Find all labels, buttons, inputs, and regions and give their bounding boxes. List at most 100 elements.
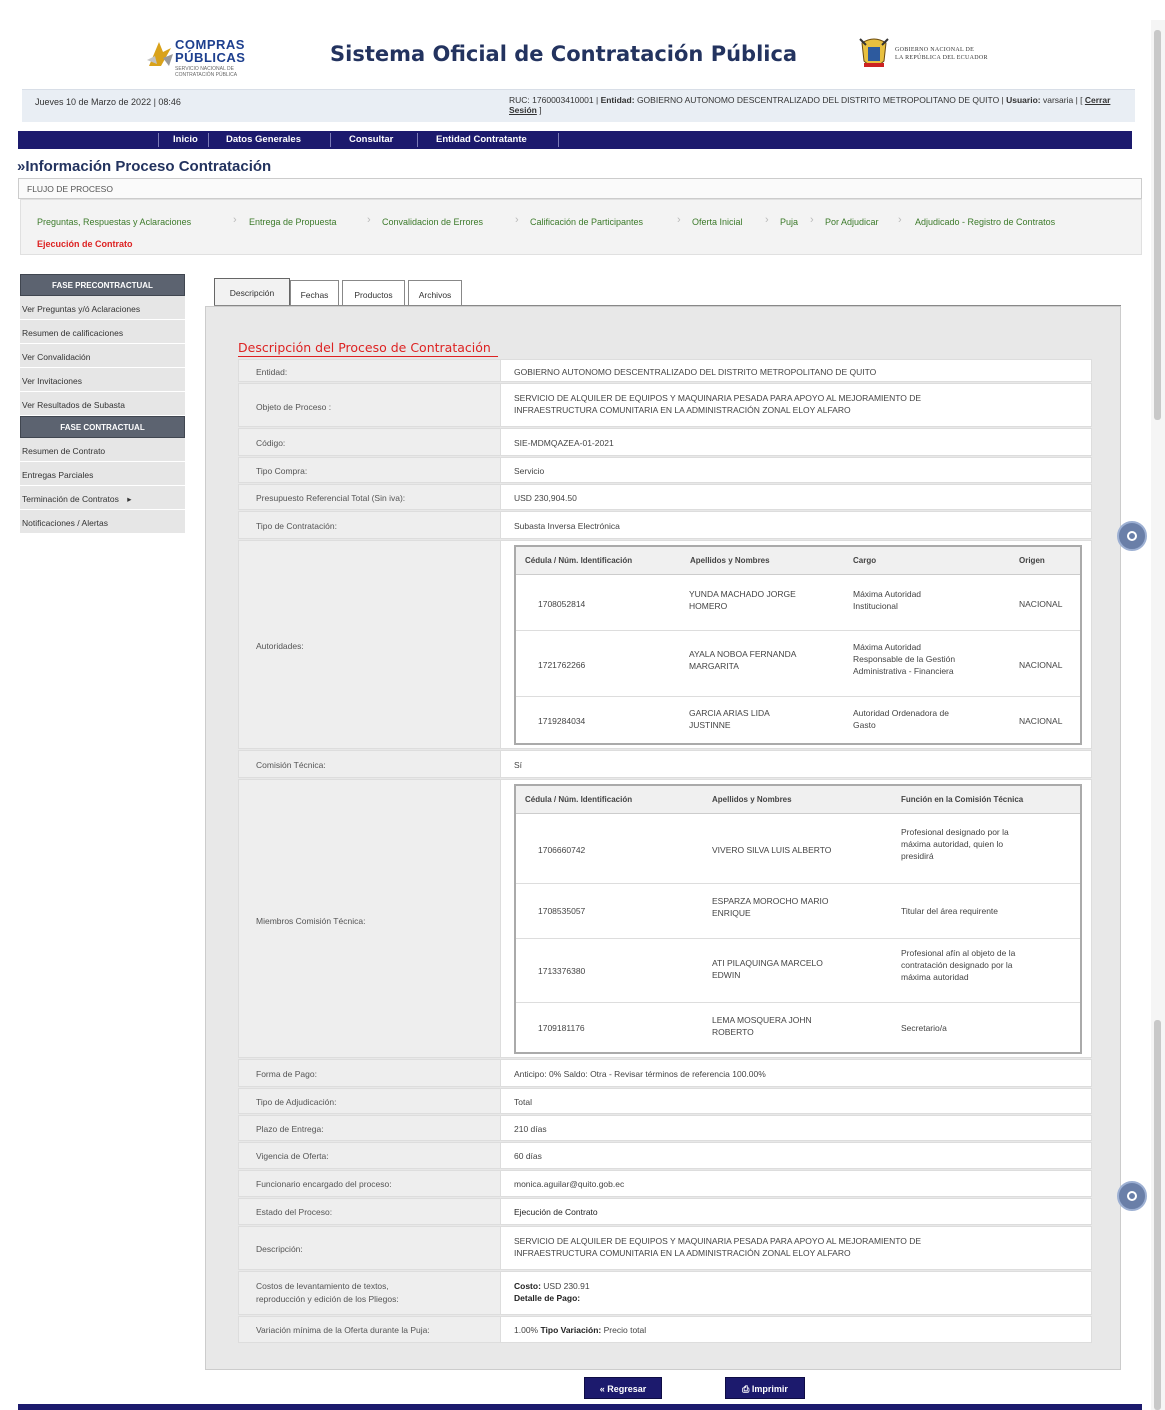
row-forma-pago: Forma de Pago: Anticipo: 0% Saldo: Otra … <box>238 1059 1092 1087</box>
cell-cargo-line-2: Responsable de la Gestión <box>853 654 956 664</box>
autoridades-table: Cédula / Núm. Identificación Apellidos y… <box>514 545 1082 745</box>
flow-step[interactable]: Entrega de Propuesta <box>249 217 337 227</box>
cell-name-line-1: ATI PILAQUINGA MARCELO <box>712 958 823 968</box>
flow-step[interactable]: Adjudicado - Registro de Contratos <box>915 217 1055 227</box>
row-label-cell: Tipo de Adjudicación: <box>239 1089 501 1113</box>
cell-name: GARCIA ARIAS LIDA JUSTINNE <box>689 707 770 731</box>
sidebar-item-invitaciones[interactable]: Ver Invitaciones <box>20 368 185 392</box>
sidebar-section-contractual: FASE CONTRACTUAL <box>20 416 185 438</box>
detalle-label: Detalle de Pago: <box>514 1293 581 1303</box>
cell-origen: NACIONAL <box>1019 660 1063 670</box>
nav-datos-generales[interactable]: Datos Generales <box>226 134 301 145</box>
cell-name: ESPARZA MOROCHO MARIO ENRIQUE <box>712 895 829 919</box>
value-objeto: SERVICIO DE ALQUILER DE EQUIPOS Y MAQUIN… <box>514 392 1084 416</box>
label-miembros: Miembros Comisión Técnica: <box>256 916 366 926</box>
flow-arrow-icon: › <box>765 214 769 226</box>
row-label-cell: Variación mínima de la Oferta durante la… <box>239 1317 501 1342</box>
sidebar: FASE PRECONTRACTUAL Ver Preguntas y/ó Ac… <box>20 274 185 534</box>
process-flow: Preguntas, Respuestas y Aclaraciones › E… <box>20 199 1142 255</box>
sidebar-item-calificaciones[interactable]: Resumen de calificaciones <box>20 320 185 344</box>
print-button[interactable]: ⎙ Imprimir <box>725 1377 805 1399</box>
flow-arrow-icon: › <box>810 214 814 226</box>
flow-step[interactable]: Oferta Inicial <box>692 217 743 227</box>
flow-step[interactable]: Puja <box>780 217 798 227</box>
flow-arrow-icon: › <box>515 214 519 226</box>
row-entidad: Entidad: GOBIERNO AUTONOMO DESCENTRALIZA… <box>238 359 1092 382</box>
label-objeto: Objeto de Proceso : <box>256 402 332 412</box>
value-tipo-compra: Servicio <box>514 466 545 476</box>
label-costos-line-1: Costos de levantamiento de textos, <box>256 1281 389 1291</box>
system-title: Sistema Oficial de Contratación Pública <box>330 42 798 66</box>
row-funcionario: Funcionario encargado del proceso: monic… <box>238 1170 1092 1197</box>
sidebar-item-resumen-contrato[interactable]: Resumen de Contrato <box>20 438 185 462</box>
tab-fechas[interactable]: Fechas <box>290 280 339 306</box>
sidebar-item-notificaciones[interactable]: Notificaciones / Alertas <box>20 510 185 534</box>
row-variacion: Variación mínima de la Oferta durante la… <box>238 1316 1092 1343</box>
floating-help-icon[interactable] <box>1117 1181 1147 1211</box>
tab-productos[interactable]: Productos <box>342 280 405 306</box>
label-autoridades: Autoridades: <box>256 641 304 651</box>
gov-line-1: GOBIERNO NACIONAL DE <box>895 47 975 53</box>
value-tipo-adjudicacion: Total <box>514 1097 532 1107</box>
cell-cargo-line-1: Máxima Autoridad <box>853 642 922 652</box>
nav-entidad-contratante[interactable]: Entidad Contratante <box>436 134 527 145</box>
cell-funcion-line-3: presidirá <box>901 851 934 861</box>
entity-info: RUC: 1760003410001 | Entidad: GOBIERNO A… <box>509 95 1111 115</box>
column-header: Cédula / Núm. Identificación <box>525 795 633 804</box>
sidebar-item-resultados-subasta[interactable]: Ver Resultados de Subasta <box>20 392 185 416</box>
sidebar-item-terminacion[interactable]: Terminación de Contratos ▸ <box>20 486 185 510</box>
gov-line-2: LA REPÚBLICA DEL ECUADOR <box>895 55 988 61</box>
miembros-table: Cédula / Núm. Identificación Apellidos y… <box>514 784 1082 1054</box>
flow-arrow-icon: › <box>677 214 681 226</box>
back-button[interactable]: « Regresar <box>584 1377 662 1399</box>
scrollbar-thumb-bottom[interactable] <box>1154 1020 1161 1410</box>
help-icon-ring <box>1127 1191 1137 1201</box>
footer-bar <box>18 1404 1142 1410</box>
scrollbar-thumb-top[interactable] <box>1154 30 1161 420</box>
table-header: Cédula / Núm. Identificación Apellidos y… <box>516 547 1080 575</box>
row-label-cell: Tipo de Contratación: <box>239 512 501 538</box>
floating-help-icon[interactable] <box>1117 521 1147 551</box>
label-costos-line-2: reproducción y edición de los Pliegos: <box>256 1294 399 1304</box>
row-label-cell: Autoridades: <box>239 541 501 748</box>
value-plazo: 210 días <box>514 1124 547 1134</box>
header: COMPRAS PÚBLICAS SERVICIO NACIONAL DE CO… <box>0 28 1140 80</box>
row-codigo: Código: SIE-MDMQAZEA-01-2021 <box>238 428 1092 456</box>
nav-inicio[interactable]: Inicio <box>173 134 198 145</box>
value-costos: Costo: USD 230.91 Detalle de Pago: <box>514 1280 1084 1304</box>
cell-name: ATI PILAQUINGA MARCELO EDWIN <box>712 957 823 981</box>
sidebar-item-convalidacion[interactable]: Ver Convalidación <box>20 344 185 368</box>
tipo-variacion-label: Tipo Variación: <box>540 1325 602 1335</box>
flow-step[interactable]: Calificación de Participantes <box>530 217 643 227</box>
cell-origen: NACIONAL <box>1019 599 1063 609</box>
row-label-cell: Objeto de Proceso : <box>239 384 501 426</box>
tab-descripcion[interactable]: Descripción <box>214 278 290 306</box>
nav-separator <box>558 133 559 147</box>
cell-name: LEMA MOSQUERA JOHN ROBERTO <box>712 1014 812 1038</box>
costo-value: USD 230.91 <box>543 1281 590 1291</box>
nav-consultar[interactable]: Consultar <box>349 134 393 145</box>
row-label-cell: Comisión Técnica: <box>239 751 501 777</box>
sidebar-section-precontractual: FASE PRECONTRACTUAL <box>20 274 185 296</box>
sidebar-item-label: Terminación de Contratos <box>22 494 119 504</box>
cell-funcion: Profesional afín al objeto de la contrata… <box>901 947 1015 983</box>
value-descripcion-line-2: INFRAESTRUCTURA COMUNITARIA EN LA ADMINI… <box>514 1248 851 1258</box>
label-descripcion: Descripción: <box>256 1244 303 1254</box>
value-objeto-line-1: SERVICIO DE ALQUILER DE EQUIPOS Y MAQUIN… <box>514 393 922 403</box>
flow-current-step: Ejecución de Contrato <box>37 239 133 249</box>
table-row: 1708535057 ESPARZA MOROCHO MARIO ENRIQUE … <box>516 884 1080 939</box>
page-scrollbar[interactable] <box>1151 20 1165 1410</box>
cell-id: 1709181176 <box>538 1023 585 1033</box>
label-estado: Estado del Proceso: <box>256 1207 333 1217</box>
tab-archivos[interactable]: Archivos <box>408 280 462 306</box>
sidebar-item-preguntas[interactable]: Ver Preguntas y/ó Aclaraciones <box>20 296 185 320</box>
cell-name-line-2: HOMERO <box>689 601 728 611</box>
row-descripcion: Descripción: SERVICIO DE ALQUILER DE EQU… <box>238 1226 1092 1270</box>
cell-cargo-line-3: Administrativa - Financiera <box>853 666 954 676</box>
sidebar-item-entregas-parciales[interactable]: Entregas Parciales <box>20 462 185 486</box>
flow-step[interactable]: Preguntas, Respuestas y Aclaraciones <box>37 217 191 227</box>
compras-publicas-logo[interactable]: COMPRAS PÚBLICAS SERVICIO NACIONAL DE CO… <box>145 36 255 78</box>
cell-funcion-line-2: máxima autoridad, quien lo <box>901 839 1004 849</box>
flow-step[interactable]: Por Adjudicar <box>825 217 879 227</box>
flow-step[interactable]: Convalidacion de Errores <box>382 217 483 227</box>
